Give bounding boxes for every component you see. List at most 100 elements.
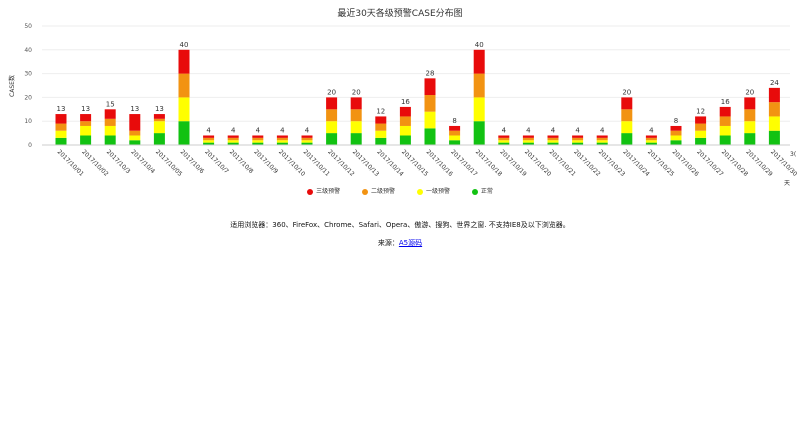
bar-segment <box>350 97 362 110</box>
bar-segment <box>375 123 387 131</box>
total-label: 40 <box>180 41 189 49</box>
bar-segment <box>153 118 165 122</box>
bar-segment <box>104 125 116 136</box>
x-tick-label: 2017/10/4 <box>129 148 156 175</box>
bar-segment <box>129 130 141 136</box>
bar-segment <box>744 121 756 134</box>
total-label: 12 <box>696 107 705 115</box>
y-axis-label: CASE数 <box>8 75 16 97</box>
bar-segment <box>719 125 731 136</box>
bar-segment <box>203 140 215 143</box>
bar-segment <box>473 121 485 145</box>
legend: 三级预警 二级预警 一级预警 正常 <box>0 186 800 195</box>
bar-segment <box>670 135 682 141</box>
bar-segment <box>449 140 461 145</box>
bar-segment <box>768 116 780 131</box>
bar-segment <box>645 137 657 141</box>
total-label: 28 <box>426 69 435 77</box>
bar-segment <box>326 121 338 134</box>
legend-dot-normal <box>471 188 478 195</box>
total-label: 4 <box>526 126 531 134</box>
bar-segment <box>104 118 116 126</box>
bar-segment <box>399 135 411 145</box>
bar-segment <box>227 140 239 143</box>
bar-segment <box>522 137 534 141</box>
bar-segment <box>80 121 92 126</box>
bar-segment <box>227 135 239 138</box>
bar-segment <box>719 116 731 126</box>
bar-segment <box>129 140 141 145</box>
bar-segment <box>473 73 485 98</box>
total-label: 12 <box>376 107 385 115</box>
bar-segment <box>695 116 707 124</box>
bar-segment <box>55 114 67 124</box>
bar-segment <box>768 130 780 145</box>
bar-segment <box>350 133 362 145</box>
x-tick-label: 2017/10/8 <box>228 148 255 175</box>
bar-segment <box>424 95 436 112</box>
legend-item-level3[interactable]: 三级预警 <box>307 186 340 195</box>
source-link[interactable]: A5源码 <box>399 239 422 247</box>
legend-dot-level1 <box>416 188 423 195</box>
chart-title: 最近30天各级预警CASE分布图 <box>337 7 462 19</box>
bar-segment <box>80 114 92 122</box>
legend-item-level1[interactable]: 一级预警 <box>416 186 450 195</box>
bar-segment <box>55 137 67 145</box>
bar-segment <box>547 137 559 141</box>
bar-segment <box>621 133 633 145</box>
bar-segment <box>572 137 584 141</box>
bar-segment <box>449 130 461 136</box>
bar-segment <box>719 106 731 117</box>
total-label: 4 <box>649 126 654 134</box>
total-label: 4 <box>206 126 211 134</box>
bar-segment <box>104 109 116 119</box>
bar-segment <box>301 135 313 138</box>
bar-segment <box>55 130 67 138</box>
total-label: 4 <box>600 126 605 134</box>
bar-segment <box>695 123 707 131</box>
total-label: 13 <box>130 105 139 113</box>
bar-segment <box>498 140 510 143</box>
bar-segment <box>399 106 411 117</box>
bar-segment <box>178 49 190 74</box>
total-label: 20 <box>352 88 361 96</box>
total-label: 4 <box>551 126 556 134</box>
source-line: 来源：A5源码 <box>0 238 800 248</box>
legend-dot-level2 <box>362 188 369 195</box>
bar-segment <box>326 109 338 122</box>
y-tick-label: 40 <box>24 47 32 54</box>
y-tick-label: 0 <box>28 142 32 149</box>
bar-segment <box>695 130 707 138</box>
total-label: 20 <box>622 88 631 96</box>
bar-segment <box>719 135 731 145</box>
bar-segment <box>547 140 559 143</box>
bar-segment <box>645 135 657 138</box>
legend-label-level2: 二级预警 <box>371 188 396 195</box>
x-axis-ticks: 2017/10/012017/10/022017/10/32017/10/420… <box>56 148 799 178</box>
y-tick-label: 30 <box>24 71 32 78</box>
bar-segment <box>768 102 780 117</box>
bar-segment <box>645 140 657 143</box>
bar-segment <box>498 135 510 138</box>
y-tick-label: 20 <box>24 94 32 101</box>
bar-segment <box>301 137 313 141</box>
bar-segment <box>424 128 436 145</box>
total-label: 40 <box>475 41 484 49</box>
bar-segment <box>276 140 288 143</box>
bar-segment <box>326 97 338 110</box>
legend-item-normal[interactable]: 正常 <box>471 186 493 195</box>
stacked-bar-chart: 最近30天各级预警CASE分布图 CASE数 01020304050 13 131… <box>8 7 799 187</box>
bar-segment <box>547 135 559 138</box>
bar-segment <box>522 140 534 143</box>
y-tick-label: 10 <box>24 118 32 125</box>
total-label: 4 <box>502 126 507 134</box>
total-label: 16 <box>401 98 410 106</box>
x-axis-extra-tick: 3( <box>790 151 796 158</box>
bar-segment <box>350 121 362 134</box>
total-label: 4 <box>231 126 236 134</box>
total-label: 13 <box>57 105 66 113</box>
legend-label-level3: 三级预警 <box>316 188 341 195</box>
total-label: 8 <box>452 117 456 125</box>
bar-segment <box>572 135 584 138</box>
legend-item-level2[interactable]: 二级预警 <box>362 186 395 195</box>
